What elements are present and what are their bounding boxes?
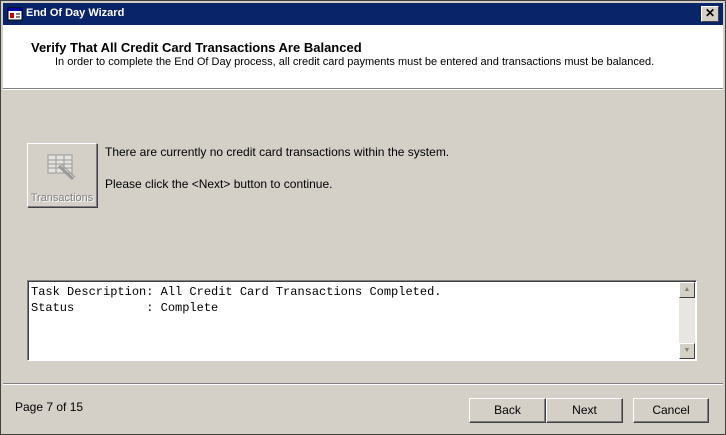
vertical-scrollbar[interactable]: ▲ ▼: [679, 282, 695, 359]
cancel-button[interactable]: Cancel: [633, 398, 709, 423]
scroll-down-button[interactable]: ▼: [679, 343, 695, 359]
scroll-up-button[interactable]: ▲: [679, 282, 695, 298]
transactions-button[interactable]: Transactions: [27, 143, 97, 207]
footer-divider: [3, 383, 723, 385]
header-divider: [3, 89, 723, 90]
back-button[interactable]: Back: [469, 398, 546, 423]
arrow-up-icon: ▲: [683, 286, 691, 293]
page-description: In order to complete the End Of Day proc…: [55, 56, 655, 68]
page-title: Verify That All Credit Card Transactions…: [31, 40, 362, 55]
task-status-text: Task Description: All Credit Card Transa…: [31, 285, 442, 315]
wizard-app-icon: [7, 7, 23, 21]
page-indicator: Page 7 of 15: [15, 400, 84, 414]
transactions-button-label: Transactions: [30, 192, 94, 204]
window-title: End Of Day Wizard: [26, 7, 125, 19]
continue-instruction: Please click the <Next> button to contin…: [105, 177, 333, 191]
no-transactions-message: There are currently no credit card trans…: [105, 145, 450, 159]
close-icon: ✕: [704, 6, 716, 20]
task-status-textbox[interactable]: Task Description: All Credit Card Transa…: [27, 280, 697, 361]
wizard-window: End Of Day Wizard ✕ Verify That All Cred…: [0, 0, 726, 435]
close-button[interactable]: ✕: [701, 6, 719, 22]
credit-card-list-icon: [47, 154, 76, 181]
next-button[interactable]: Next: [546, 398, 623, 423]
arrow-down-icon: ▼: [683, 347, 691, 354]
title-bar[interactable]: End Of Day Wizard ✕: [3, 3, 723, 25]
wizard-header: Verify That All Credit Card Transactions…: [3, 25, 723, 89]
